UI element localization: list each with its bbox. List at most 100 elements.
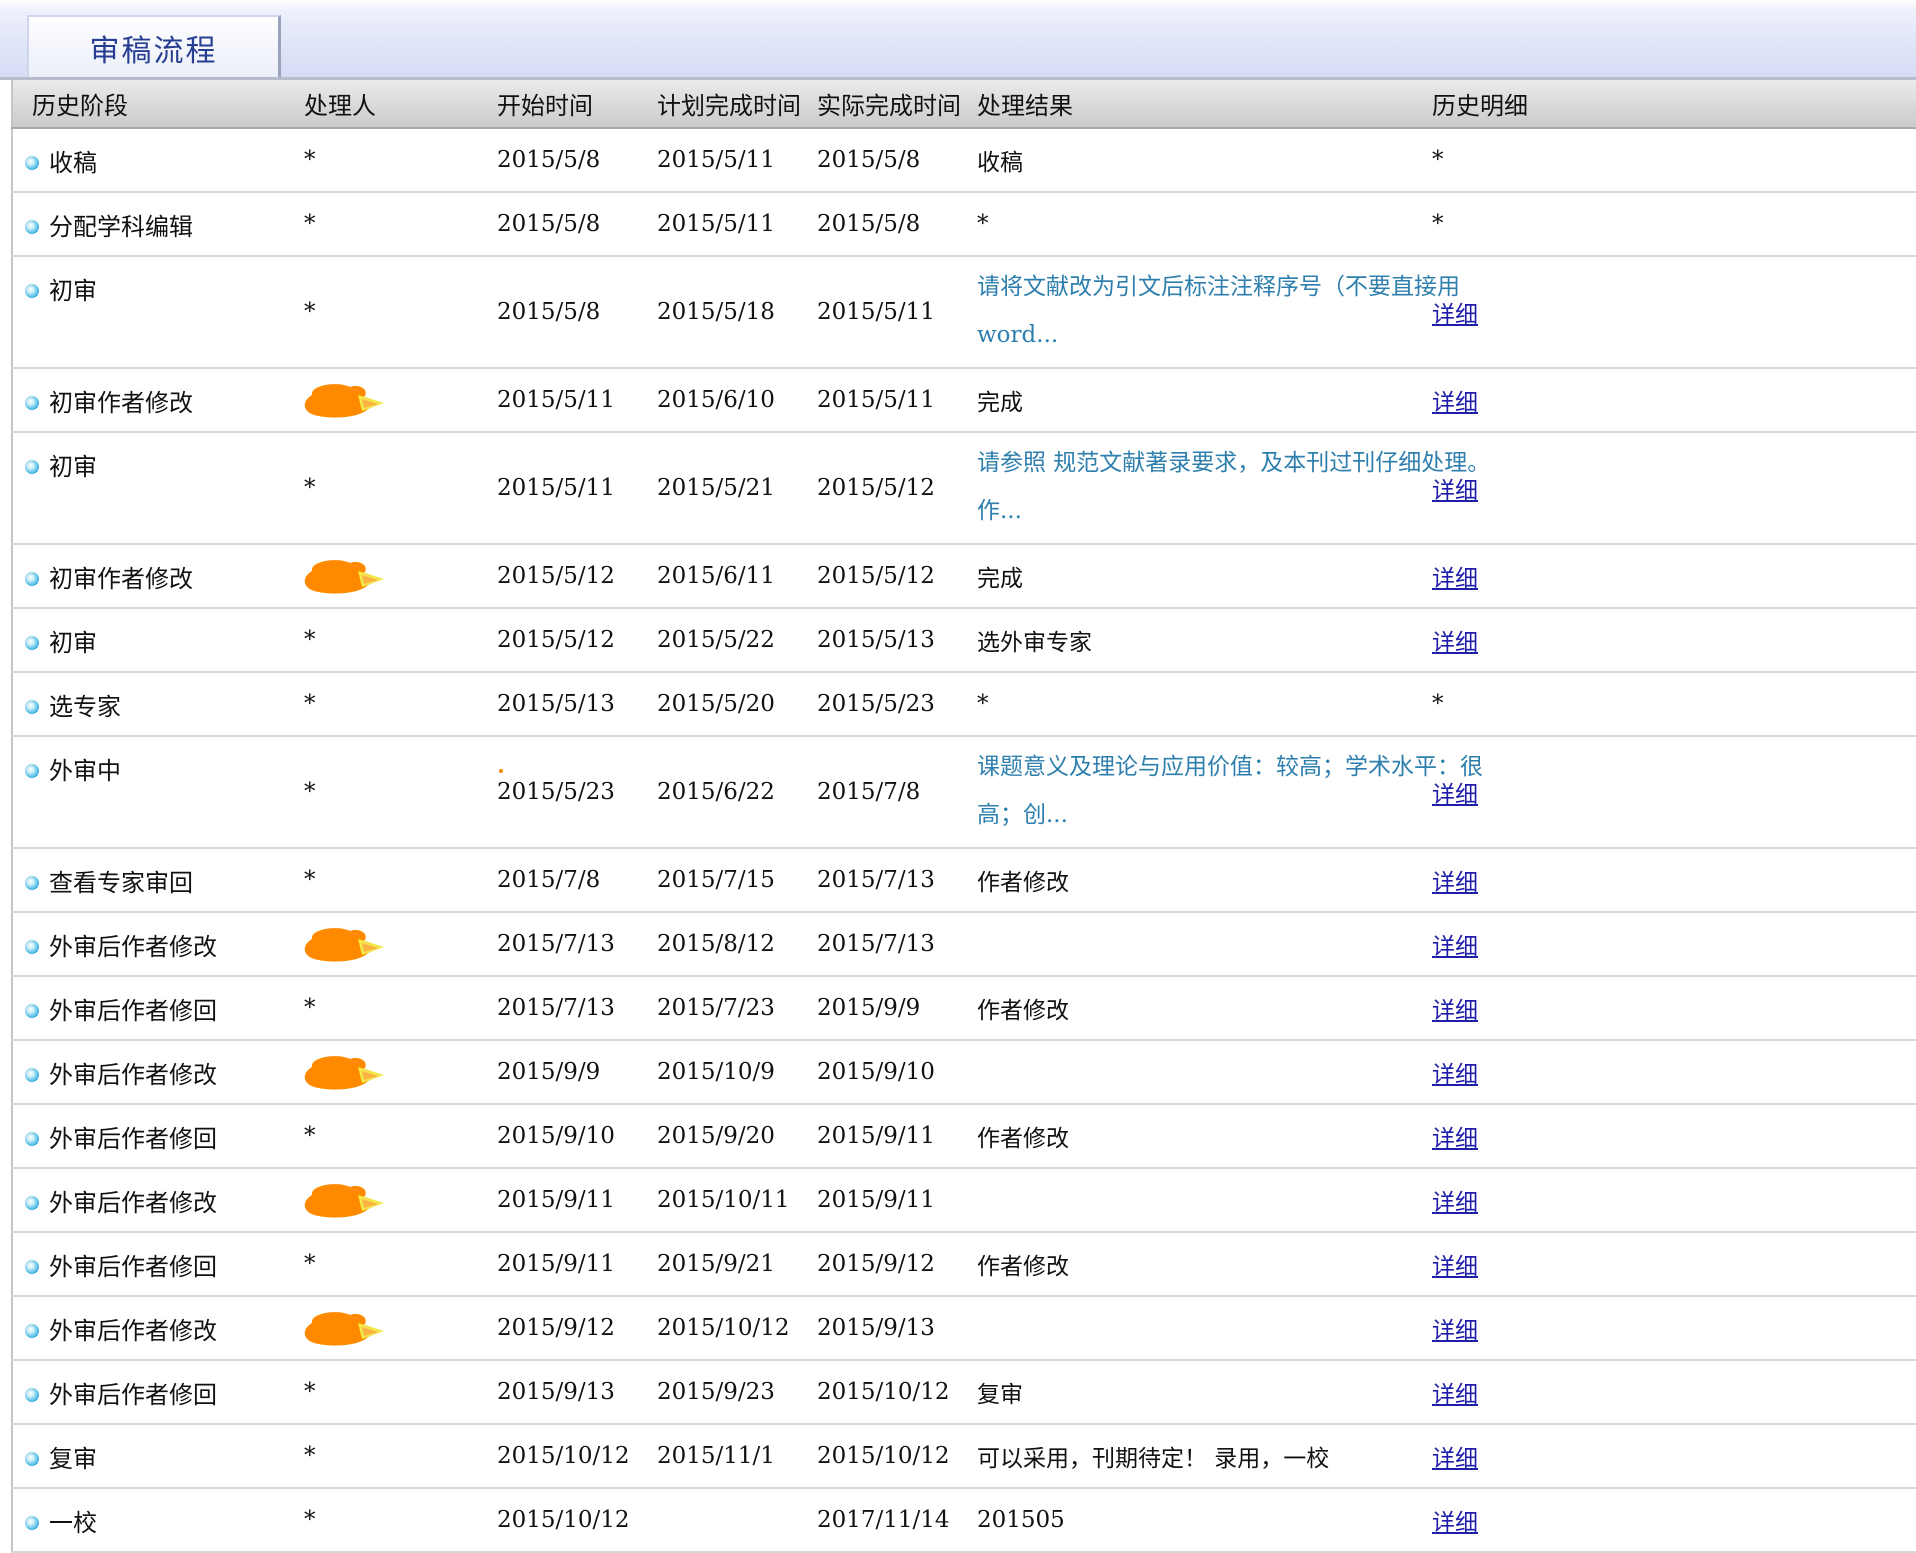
actual-time-cell: 2015/9/10 xyxy=(798,1040,958,1105)
column-header-stage: 历史阶段 xyxy=(12,80,285,129)
actual-time-cell: 2015/5/23 xyxy=(798,672,958,737)
start-time: 2015/5/13 xyxy=(497,691,615,717)
column-header-history-detail: 历史明细 xyxy=(1413,80,1916,129)
stage-cell: 外审后作者修回 xyxy=(12,1360,285,1425)
stage-cell: 复审 xyxy=(12,1424,285,1489)
detail-link[interactable]: 详细 xyxy=(1432,630,1478,656)
redaction-blot xyxy=(298,1175,394,1225)
stage-cell: 外审后作者修改 xyxy=(12,1168,285,1233)
stage-label: 初审作者修改 xyxy=(49,389,193,417)
detail-cell[interactable]: 详细 xyxy=(1413,1360,1916,1425)
result-cell xyxy=(958,912,1413,977)
stage-label: 外审中 xyxy=(49,757,121,785)
result-cell[interactable]: 课题意义及理论与应用价值：较高；学术水平：很高；创... xyxy=(958,736,1483,849)
detail-cell[interactable]: 详细 xyxy=(1413,256,1916,369)
planned-time-cell: 2015/5/20 xyxy=(638,672,798,737)
stage-label: 外审后作者修回 xyxy=(49,1253,217,1281)
redaction-blot xyxy=(298,919,394,969)
planned-time-cell: 2015/9/21 xyxy=(638,1232,798,1297)
planned-time-cell xyxy=(638,1488,798,1553)
detail-cell[interactable]: 详细 xyxy=(1413,1104,1916,1169)
redaction-blot xyxy=(298,1303,394,1353)
actual-time-cell: 2015/10/12 xyxy=(798,1424,958,1489)
detail-cell[interactable]: 详细 xyxy=(1413,1296,1916,1361)
detail-link[interactable]: 详细 xyxy=(1432,1126,1478,1152)
stage-cell: 外审中 xyxy=(12,736,285,849)
actual-time-cell: 2015/5/11 xyxy=(798,256,958,369)
result-cell: 选外审专家 xyxy=(958,608,1413,673)
detail-link[interactable]: 详细 xyxy=(1432,566,1478,592)
result-cell: 201505 xyxy=(958,1488,1413,1553)
start-time: 2015/9/9 xyxy=(497,1059,601,1085)
stage-cell: 初审 xyxy=(12,432,285,545)
actual-time-cell: 2015/9/11 xyxy=(798,1104,958,1169)
detail-link[interactable]: 详细 xyxy=(1432,1382,1478,1408)
redaction-blot xyxy=(298,551,394,601)
planned-time-cell: 2015/9/20 xyxy=(638,1104,798,1169)
detail-link[interactable]: 详细 xyxy=(1432,998,1478,1024)
detail-link[interactable]: 详细 xyxy=(1432,302,1478,328)
detail-link[interactable]: 详细 xyxy=(1432,390,1478,416)
detail-link[interactable]: 详细 xyxy=(1432,478,1478,504)
actual-time-cell: 2015/5/8 xyxy=(798,128,958,193)
start-time-cell: 2015/5/11 xyxy=(478,432,638,545)
actual-time-cell: 2017/11/14 xyxy=(798,1488,958,1553)
handler-cell: * xyxy=(285,1488,478,1553)
detail-cell[interactable]: 详细 xyxy=(1413,1040,1916,1105)
result-cell: 作者修改 xyxy=(958,1104,1413,1169)
bullet-icon xyxy=(25,460,39,474)
result-cell: 可以采用，刊期待定！ 录用，一校 xyxy=(958,1424,1413,1489)
detail-link[interactable]: 详细 xyxy=(1432,1062,1478,1088)
detail-link[interactable]: 详细 xyxy=(1432,1446,1478,1472)
result-cell: 完成 xyxy=(958,544,1413,609)
detail-link[interactable]: 详细 xyxy=(1432,1318,1478,1344)
tab-label: 审稿流程 xyxy=(89,34,218,69)
start-time: 2015/10/12 xyxy=(497,1443,630,1469)
bullet-icon xyxy=(25,1260,39,1274)
stage-label: 外审后作者修改 xyxy=(49,1189,217,1217)
start-time: 2015/5/12 xyxy=(497,563,615,589)
bullet-icon xyxy=(25,764,39,778)
tab-review-process[interactable]: 审稿流程 xyxy=(27,15,281,77)
start-time-cell: 2015/9/10 xyxy=(478,1104,638,1169)
detail-cell[interactable]: 详细 xyxy=(1413,544,1916,609)
detail-link[interactable]: 详细 xyxy=(1432,870,1478,896)
result-cell: 作者修改 xyxy=(958,1232,1413,1297)
result-cell[interactable]: 请参照 规范文献著录要求，及本刊过刊仔细处理。作... xyxy=(958,432,1490,545)
column-header-handler: 处理人 xyxy=(285,80,478,129)
start-time: 2015/9/12 xyxy=(497,1315,615,1341)
start-time-cell: 2015/9/13 xyxy=(478,1360,638,1425)
handler-cell: * xyxy=(285,1424,478,1489)
detail-link[interactable]: 详细 xyxy=(1432,934,1478,960)
actual-time-cell: 2015/5/12 xyxy=(798,432,958,545)
stage-label: 收稿 xyxy=(49,149,97,177)
handler-cell xyxy=(285,1168,478,1233)
bullet-icon xyxy=(25,284,39,298)
stage-cell: 查看专家审回 xyxy=(12,848,285,913)
start-time-cell: 2015/9/11 xyxy=(478,1232,638,1297)
detail-link[interactable]: 详细 xyxy=(1432,782,1478,808)
stage-label: 外审后作者修回 xyxy=(49,1125,217,1153)
stage-label: 初审 xyxy=(49,629,97,657)
start-time: 2015/10/12 xyxy=(497,1507,630,1533)
detail-cell[interactable]: 详细 xyxy=(1413,1488,1916,1553)
detail-cell[interactable]: 详细 xyxy=(1413,1168,1916,1233)
bullet-icon xyxy=(25,1324,39,1338)
detail-cell[interactable]: 详细 xyxy=(1413,368,1916,433)
detail-cell[interactable]: 详细 xyxy=(1413,848,1916,913)
detail-cell[interactable]: 详细 xyxy=(1413,736,1916,849)
result-cell[interactable]: 请将文献改为引文后标注注释序号（不要直接用word... xyxy=(958,256,1460,369)
detail-link[interactable]: 详细 xyxy=(1432,1190,1478,1216)
detail-cell[interactable]: 详细 xyxy=(1413,1424,1916,1489)
table-row: 外审后作者修回 * 2015/7/13 2015/7/23 2015/9/9 作者修改 详细 xyxy=(12,976,1916,1041)
detail-cell[interactable]: 详细 xyxy=(1413,912,1916,977)
detail-cell[interactable]: 详细 xyxy=(1413,1232,1916,1297)
detail-cell[interactable]: 详细 xyxy=(1413,608,1916,673)
detail-link[interactable]: 详细 xyxy=(1432,1254,1478,1280)
start-time-cell: 2015/7/8 xyxy=(478,848,638,913)
detail-link[interactable]: 详细 xyxy=(1432,1510,1478,1536)
detail-cell[interactable]: 详细 xyxy=(1413,976,1916,1041)
start-time-cell: 2015/7/13 xyxy=(478,912,638,977)
stage-cell: 初审 xyxy=(12,256,285,369)
planned-time-cell: 2015/5/21 xyxy=(638,432,798,545)
